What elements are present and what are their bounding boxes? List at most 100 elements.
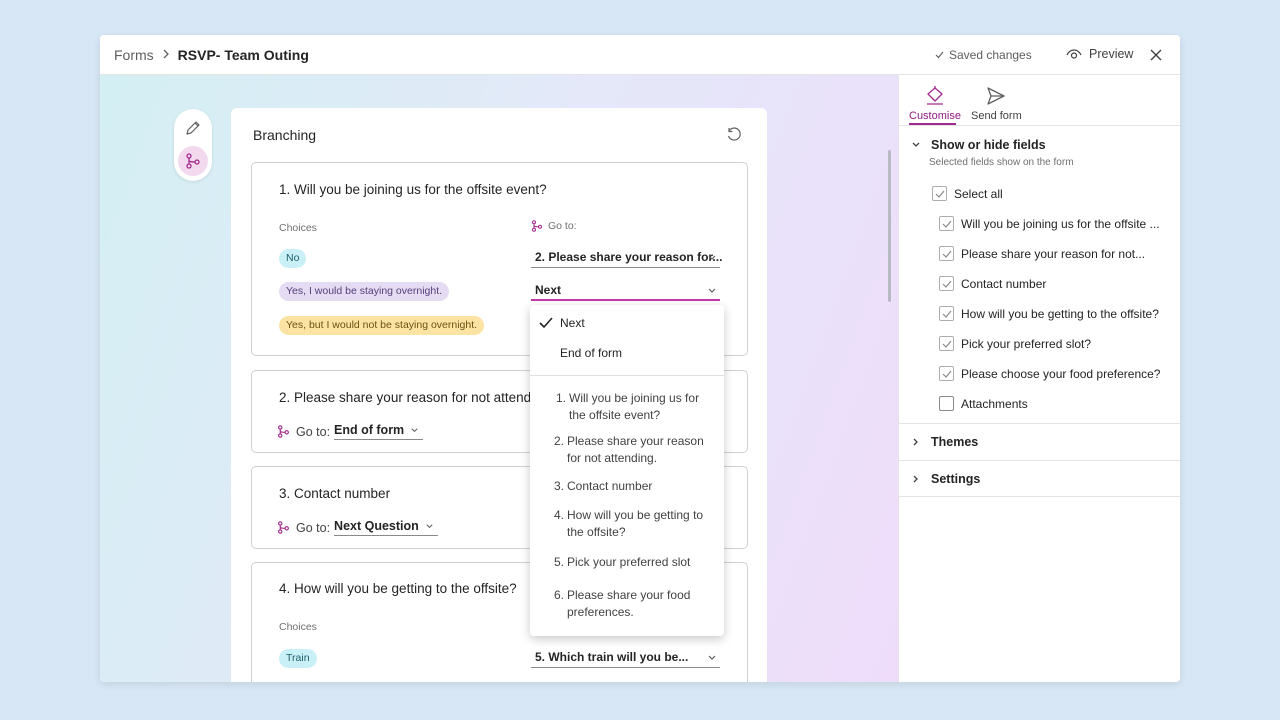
section-themes[interactable]: Themes	[911, 435, 978, 449]
chevron-down-icon	[426, 523, 433, 528]
divider	[899, 496, 1180, 497]
chevron-down-icon	[411, 427, 418, 432]
option-text: Contact number	[567, 479, 653, 493]
section-show-hide-fields[interactable]: Show or hide fields	[911, 138, 1046, 152]
checkmark-icon	[942, 220, 951, 228]
checkbox[interactable]	[939, 336, 954, 351]
chevron-right-icon	[913, 438, 918, 446]
section-title: Themes	[931, 435, 979, 449]
divider	[899, 125, 1180, 126]
goto-dropdown-menu: Next End of form 1. Will you be joining …	[530, 305, 724, 636]
field-checkbox[interactable]: Will you be joining us for the offsite .…	[939, 216, 1160, 231]
branching-tool-button[interactable]	[178, 146, 208, 176]
breadcrumb: Forms RSVP- Team Outing	[114, 47, 309, 63]
goto-select-value: Next Question	[334, 519, 419, 533]
pencil-icon[interactable]	[184, 119, 202, 137]
goto-select[interactable]: 5. Which train will you be...	[531, 648, 720, 668]
field-checkbox[interactable]: Pick your preferred slot?	[939, 336, 1091, 351]
close-icon[interactable]	[1147, 46, 1165, 64]
option-number: 4.	[554, 508, 565, 522]
chevron-down-icon	[912, 142, 920, 147]
dropdown-option-question[interactable]: 1. Will you be joining us for the offsit…	[556, 390, 716, 423]
checkbox[interactable]	[939, 396, 954, 411]
dropdown-option-question[interactable]: 4. How will you be getting to the offsit…	[554, 507, 714, 540]
field-checkbox[interactable]: Please share your reason for not...	[939, 246, 1145, 261]
checkbox[interactable]	[939, 306, 954, 321]
dropdown-option-next[interactable]: Next	[560, 316, 585, 330]
preview-button[interactable]: Preview	[1066, 47, 1133, 61]
checkmark-icon	[942, 370, 951, 378]
question-title: 1. Will you be joining us for the offsit…	[279, 182, 547, 197]
choices-label: Choices	[279, 621, 317, 633]
option-text: How will you be getting to the offsite?	[567, 508, 704, 539]
choice-chip: No	[279, 249, 307, 268]
checkbox-label: Please choose your food preference?	[961, 366, 1161, 381]
canvas-scrollbar[interactable]	[888, 150, 891, 302]
goto-header: Go to:	[531, 220, 577, 232]
option-text: Will you be joining us for the offsite e…	[569, 391, 700, 422]
chevron-down-icon	[708, 255, 716, 260]
checkbox-label: Attachments	[961, 396, 1028, 411]
checkbox-label: Contact number	[961, 276, 1047, 291]
checkmark-icon	[935, 51, 944, 59]
checkmark-icon	[935, 190, 944, 198]
section-settings[interactable]: Settings	[911, 472, 980, 486]
checkbox[interactable]	[939, 276, 954, 291]
dropdown-option-question[interactable]: 5. Pick your preferred slot	[554, 554, 714, 571]
dropdown-option-end-of-form[interactable]: End of form	[560, 346, 622, 360]
chevron-down-icon	[708, 655, 716, 660]
chevron-right-icon	[162, 48, 170, 62]
checkmark-icon	[942, 280, 951, 288]
option-number: 2.	[554, 434, 565, 448]
saved-status: Saved changes	[935, 48, 1032, 62]
goto-select[interactable]: End of form	[334, 423, 424, 440]
tab-customise[interactable]: Customise	[909, 85, 961, 122]
choice-chip: Yes, but I would not be staying overnigh…	[279, 316, 485, 335]
dropdown-option-question[interactable]: 3. Contact number	[554, 478, 714, 495]
checkbox[interactable]	[932, 186, 947, 201]
field-checkbox[interactable]: Attachments	[939, 396, 1028, 411]
dropdown-option-question[interactable]: 6. Please share your food preferences.	[554, 587, 714, 620]
preview-label: Preview	[1089, 47, 1134, 61]
goto-select-open[interactable]: Next	[531, 281, 720, 301]
option-text: Pick your preferred slot	[567, 555, 691, 569]
field-checkbox[interactable]: How will you be getting to the offsite?	[939, 306, 1159, 321]
goto-select-value: End of form	[334, 423, 405, 437]
goto-select[interactable]: Next Question	[334, 519, 438, 536]
field-checkbox[interactable]: Contact number	[939, 276, 1046, 291]
customise-panel: Customise Send form Show or hide fields …	[898, 75, 1180, 682]
checkbox[interactable]	[939, 216, 954, 231]
divider	[899, 460, 1180, 461]
branch-icon	[278, 521, 289, 534]
select-all-checkbox[interactable]: Select all	[932, 186, 1003, 201]
field-checkbox[interactable]: Please choose your food preference?	[939, 366, 1160, 381]
branch-icon	[278, 425, 289, 438]
option-number: 1.	[556, 391, 567, 405]
tab-label: Send form	[971, 110, 1022, 122]
checkbox[interactable]	[939, 366, 954, 381]
top-bar: Forms RSVP- Team Outing Saved changes Pr…	[100, 35, 1180, 75]
tab-send-form[interactable]: Send form	[971, 85, 1022, 122]
section-title: Settings	[931, 472, 981, 486]
eye-icon	[1066, 48, 1082, 59]
checkbox-label: How will you be getting to the offsite?	[961, 306, 1159, 321]
checkbox[interactable]	[939, 246, 954, 261]
checkmark-icon	[942, 310, 951, 318]
goto-select[interactable]: 2. Please share your reason for...	[531, 248, 722, 268]
chevron-right-icon	[913, 475, 918, 483]
tool-pill	[174, 109, 212, 181]
saved-status-text: Saved changes	[949, 48, 1032, 62]
divider	[530, 375, 724, 376]
reset-icon[interactable]	[726, 127, 742, 143]
paint-bucket-icon	[926, 86, 943, 105]
goto-row: Go to: Next Question	[277, 519, 438, 536]
dropdown-option-question[interactable]: 2. Please share your reason for not atte…	[554, 433, 714, 466]
choice-chip: Yes, I would be staying overnight.	[279, 282, 450, 301]
breadcrumb-forms[interactable]: Forms	[114, 47, 154, 63]
form-canvas: Branching 1. Will you be joining us for …	[100, 75, 898, 682]
checkbox-label: Select all	[954, 186, 1003, 201]
checkmark-icon	[539, 317, 553, 329]
panel-title: Branching	[253, 127, 317, 143]
checkbox-label: Please share your reason for not...	[961, 246, 1146, 261]
checkbox-label: Will you be joining us for the offsite .…	[961, 216, 1160, 231]
